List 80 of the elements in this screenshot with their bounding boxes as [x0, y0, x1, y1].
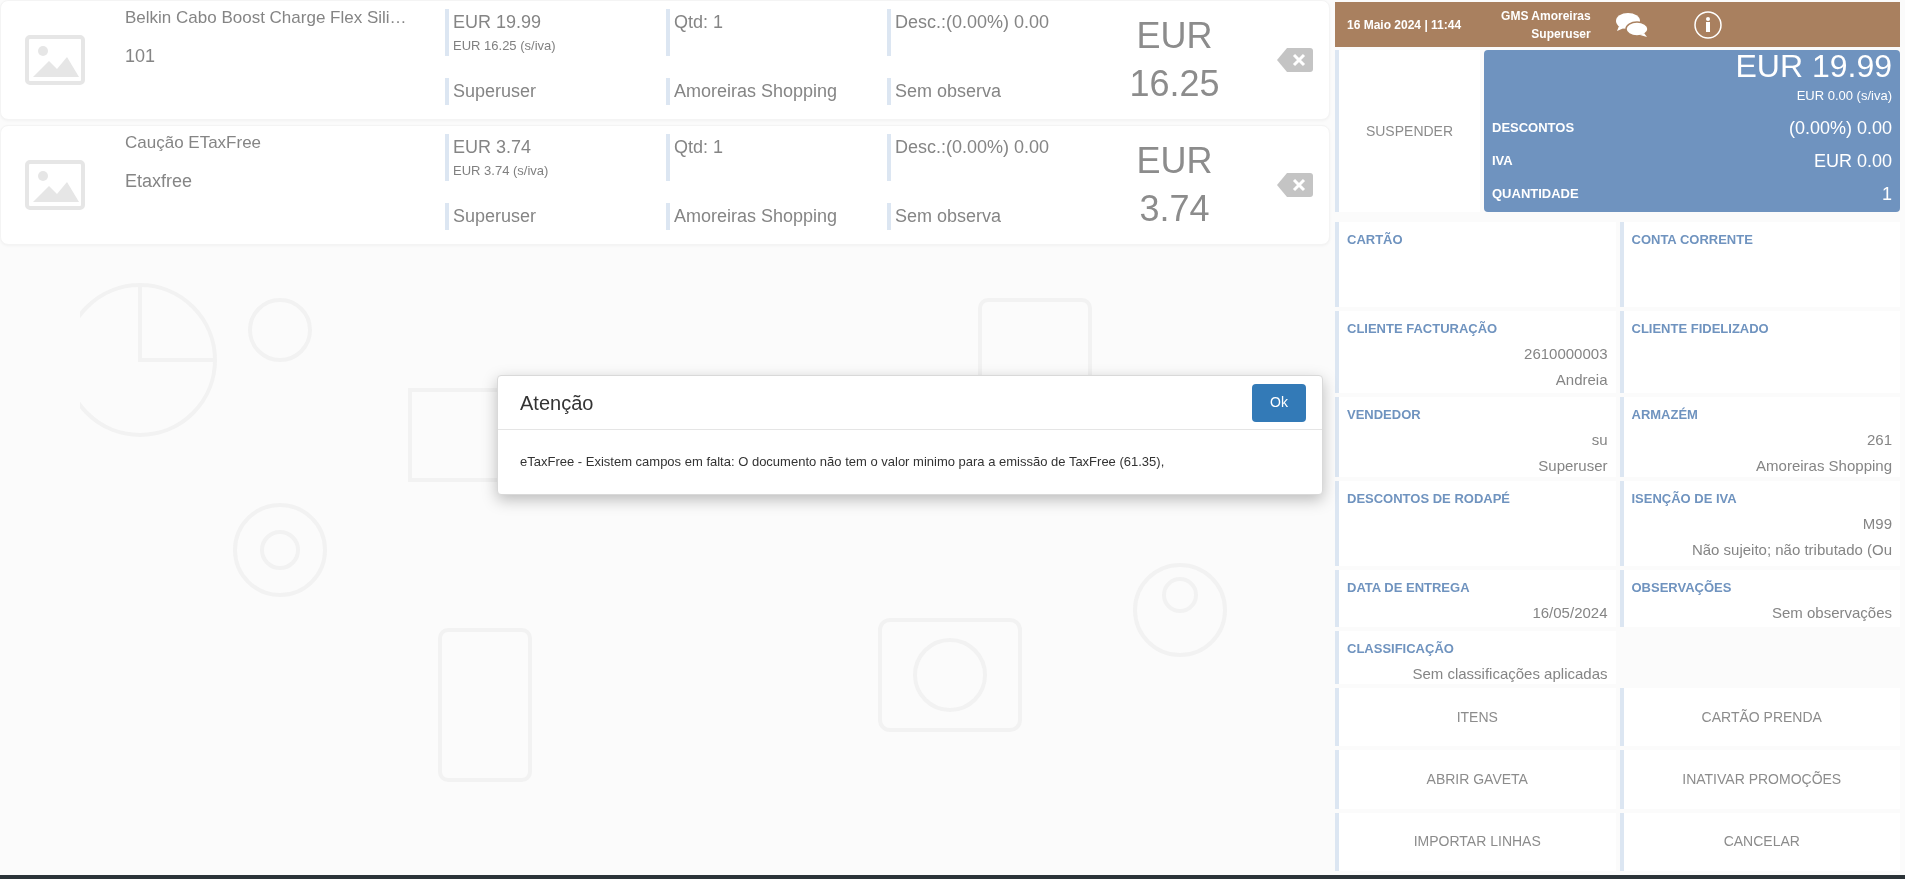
info-card-label: CLIENTE FIDELIZADO: [1631, 320, 1770, 338]
info-card-label: ARMAZÉM: [1631, 406, 1699, 424]
info-icon[interactable]: [1692, 9, 1723, 40]
dialog-title: Atenção: [520, 390, 594, 416]
info-card-label: DATA DE ENTREGA: [1347, 579, 1471, 597]
header-datetime: 16 Maio 2024 | 11:44: [1347, 16, 1462, 34]
info-card[interactable]: DATA DE ENTREGA 16/05/2024: [1335, 570, 1616, 627]
summary-label: QUANTIDADE: [1492, 185, 1579, 204]
info-card[interactable]: CARTÃO: [1335, 222, 1616, 307]
image-placeholder-icon: [25, 35, 85, 85]
info-card-value: Andreia: [1554, 370, 1608, 390]
header-user: Superuser: [1531, 25, 1591, 43]
action-button[interactable]: CARTÃO PRENDA: [1619, 688, 1900, 747]
summary-total: EUR 19.99: [1734, 50, 1892, 82]
item-price-net: EUR 16.25 (s/iva): [453, 37, 557, 55]
info-card[interactable]: ARMAZÉM 261 Amoreiras Shopping: [1619, 397, 1900, 477]
action-button[interactable]: INATIVAR PROMOÇÕES: [1619, 750, 1900, 809]
item-total: EUR 3.74: [1135, 139, 1214, 231]
info-card-value: Sem observações: [1770, 602, 1892, 623]
item-total: EUR 16.25: [1128, 14, 1221, 106]
summary-label: DESCONTOS: [1492, 119, 1575, 138]
action-button[interactable]: ABRIR GAVETA: [1335, 750, 1616, 809]
info-card-label: CONTA CORRENTE: [1631, 231, 1754, 249]
info-card-label: ISENÇÃO DE IVA: [1631, 490, 1738, 508]
item-name: Belkin Cabo Boost Charge Flex Sili…: [125, 7, 408, 29]
summary-value: 1: [1882, 182, 1892, 206]
info-card-value: 261: [1865, 429, 1892, 450]
item-quantity: Qtd: 1: [674, 136, 725, 159]
info-card-label: CLASSIFICAÇÃO: [1347, 640, 1455, 658]
info-card-label: OBSERVAÇÕES: [1631, 579, 1733, 597]
item-code: Etaxfree: [125, 169, 194, 193]
dialog-message: eTaxFree - Existem campos em falta: O documento não tem o valor minimo para a emissão de TaxFree (61.35),: [519, 453, 1166, 471]
summary-label: IVA: [1492, 152, 1513, 171]
info-card[interactable]: ISENÇÃO DE IVA M99 Não sujeito; não tributado (Ou: [1619, 481, 1900, 566]
info-card-label: CLIENTE FACTURAÇÃO: [1347, 320, 1499, 338]
info-card[interactable]: OBSERVAÇÕES Sem observações: [1619, 570, 1900, 627]
item-quantity: Qtd: 1: [674, 11, 725, 34]
info-card-value: 16/05/2024: [1531, 602, 1608, 623]
info-card[interactable]: CLASSIFICAÇÃO Sem classificações aplicadas: [1335, 631, 1616, 684]
item-notes: Sem observa: [895, 79, 1003, 103]
info-card-value: Sem classificações aplicadas: [1411, 663, 1608, 684]
header-store: GMS Amoreiras: [1501, 7, 1591, 25]
item-code: 101: [125, 44, 157, 68]
info-card-label: VENDEDOR: [1347, 406, 1422, 424]
item-store: Amoreiras Shopping: [674, 79, 839, 103]
info-card[interactable]: CLIENTE FIDELIZADO: [1619, 311, 1900, 393]
info-card-value: Superuser: [1537, 456, 1608, 476]
image-placeholder-icon: [25, 160, 85, 210]
item-card[interactable]: Caução ETaxFree Etaxfree EUR 3.74 EUR 3.74 (s/iva) Qtd: 1 Desc.:(0.00%) 0.00 Superuser Amoreiras Shopping Sem observa EUR 3.74: [0, 125, 1330, 245]
info-card-value: M99: [1861, 513, 1892, 534]
item-price: EUR 19.99: [453, 11, 543, 34]
item-user: Superuser: [453, 79, 538, 103]
item-price-net: EUR 3.74 (s/iva): [453, 162, 550, 180]
action-button[interactable]: ITENS: [1335, 688, 1616, 747]
summary-total-net: EUR 0.00 (s/iva): [1795, 87, 1892, 105]
item-notes: Sem observa: [895, 204, 1003, 228]
item-discount: Desc.:(0.00%) 0.00: [895, 11, 1051, 34]
info-card[interactable]: CONTA CORRENTE: [1619, 222, 1900, 307]
item-discount: Desc.:(0.00%) 0.00: [895, 136, 1051, 159]
info-card[interactable]: CLIENTE FACTURAÇÃO 2610000003 Andreia: [1335, 311, 1616, 393]
info-card[interactable]: DESCONTOS DE RODAPÉ: [1335, 481, 1616, 566]
item-name: Caução ETaxFree: [125, 132, 263, 154]
info-card-value: 2610000003: [1523, 343, 1608, 364]
action-button[interactable]: IMPORTAR LINHAS: [1335, 812, 1616, 871]
info-card-value: Amoreiras Shopping: [1755, 456, 1892, 476]
suspend-button[interactable]: SUSPENDER: [1335, 50, 1480, 212]
chat-bubbles-icon[interactable]: [1614, 10, 1649, 39]
item-card[interactable]: Belkin Cabo Boost Charge Flex Sili… 101 EUR 19.99 EUR 16.25 (s/iva) Qtd: 1 Desc.:(0.00%) 0.00 Superuser Amoreiras Shopping Sem observa EUR 16.25: [0, 0, 1330, 120]
item-user: Superuser: [453, 204, 538, 228]
info-card[interactable]: VENDEDOR su Superuser: [1335, 397, 1616, 477]
action-button[interactable]: CANCELAR: [1619, 812, 1900, 871]
ok-button[interactable]: Ok: [1252, 383, 1306, 422]
info-card-value: su: [1590, 429, 1608, 450]
info-card-label: DESCONTOS DE RODAPÉ: [1347, 490, 1511, 508]
info-card-label: CARTÃO: [1347, 231, 1404, 249]
item-store: Amoreiras Shopping: [674, 204, 839, 228]
info-card-value: Não sujeito; não tributado (Ou: [1690, 540, 1892, 560]
summary-value: EUR 0.00: [1813, 149, 1892, 173]
summary-value: (0.00%) 0.00: [1788, 116, 1892, 140]
item-price: EUR 3.74: [453, 136, 533, 159]
